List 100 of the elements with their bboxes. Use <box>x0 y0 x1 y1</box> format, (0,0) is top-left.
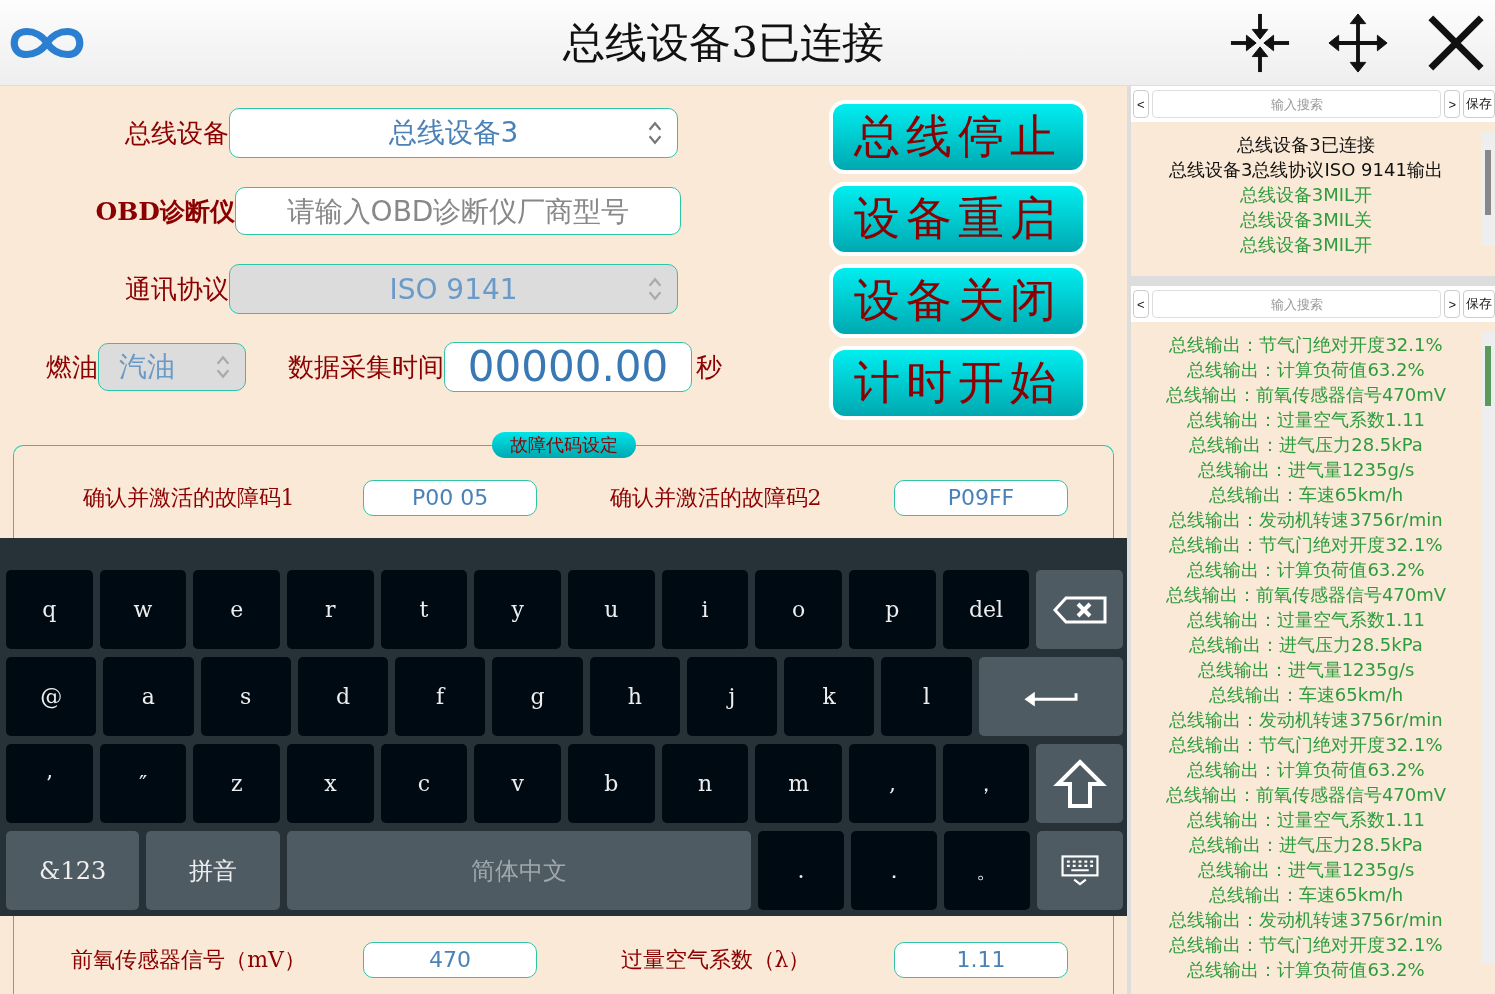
keyboard-key[interactable]: a <box>103 657 194 736</box>
action-button[interactable]: 设备关闭 <box>829 264 1087 338</box>
keyboard-key[interactable]: s <box>200 657 291 736</box>
log-line: 总线输出：进气压力28.5kPa <box>1188 833 1424 857</box>
keyboard-key[interactable]: l <box>881 657 972 736</box>
log-line: 总线输出：过量空气系数1.11 <box>1185 808 1427 832</box>
keyboard-key[interactable]: 。 <box>944 831 1030 910</box>
log-line: 总线输出：车速65km/h <box>1207 683 1405 707</box>
keyboard-key[interactable]: u <box>568 570 655 649</box>
keyboard-key[interactable]: k <box>784 657 875 736</box>
spinner-arrows-icon <box>647 276 663 302</box>
keyboard-key[interactable]: v <box>474 744 562 823</box>
log-line: 总线输出：计算负荷值63.2% <box>1186 358 1426 382</box>
log-line: 总线设备3总线协议ISO 9141输出 <box>1168 158 1444 182</box>
keyboard-key[interactable]: h <box>589 657 680 736</box>
log-line: 总线输出：计算负荷值63.2% <box>1186 758 1426 782</box>
log-line: 总线输出：节气门绝对开度32.1% <box>1168 933 1444 957</box>
keyboard-key[interactable]: g <box>492 657 583 736</box>
log-line: 总线输出：节气门绝对开度32.1% <box>1168 733 1444 757</box>
keyboard-key[interactable]: ， <box>942 744 1030 823</box>
field-label: 通讯协议 <box>124 272 229 306</box>
section-title: 故障代码设定 <box>491 432 636 458</box>
action-button[interactable]: 总线停止 <box>829 100 1087 174</box>
log-line: 总线输出：进气量1235g/s <box>1196 658 1416 682</box>
keyboard-key[interactable]: ″ <box>99 744 187 823</box>
log-line: 总线输出：过量空气系数1.11 <box>1185 608 1427 632</box>
log-line: 总线输出：发动机转速3756r/min <box>1168 508 1444 532</box>
keyboard-key[interactable]: q <box>6 570 93 649</box>
value-field[interactable]: 1.11 <box>894 942 1068 978</box>
next-button[interactable]: > <box>1444 90 1460 118</box>
keyboard-key[interactable]: f <box>395 657 486 736</box>
keyboard-key[interactable]: r <box>287 570 374 649</box>
log-line: 总线设备3MIL开 <box>1238 183 1374 207</box>
scrollbar[interactable] <box>1481 132 1495 246</box>
shift-arrow-icon <box>1051 758 1108 809</box>
keyboard-key[interactable]: . <box>758 831 844 910</box>
keyboard-key[interactable]: o <box>755 570 843 649</box>
input-field[interactable]: 请输入OBD诊断仪厂商型号 <box>235 187 681 235</box>
keyboard-key[interactable]: c <box>380 744 468 823</box>
log-line: 总线输出：进气量1235g/s <box>1196 458 1416 482</box>
log-line: 总线输出：计算负荷值63.2% <box>1186 558 1426 582</box>
unit-label: 秒 <box>696 350 722 384</box>
field-label: 过量空气系数（λ） <box>619 946 812 974</box>
keyboard-key[interactable]: e <box>193 570 280 649</box>
keyboard-key[interactable]: ’ <box>6 744 93 823</box>
log-line: 总线输出：前氧传感器信号470mV <box>1164 583 1448 607</box>
log-line: 总线输出：过量空气系数1.11 <box>1185 408 1427 432</box>
field-label: 确认并激活的故障码1 <box>81 484 296 512</box>
keyboard-key[interactable]: ． <box>851 831 937 910</box>
log-line: 总线设备3MIL关 <box>1238 208 1374 232</box>
keyboard-key[interactable]: n <box>661 744 749 823</box>
code-field[interactable]: P00 05 <box>363 480 537 516</box>
scrollbar[interactable] <box>1481 332 1495 964</box>
action-button[interactable]: 设备重启 <box>829 182 1087 256</box>
keyboard-key[interactable]: j <box>686 657 778 736</box>
keyboard-key[interactable]: d <box>297 657 389 736</box>
log-line: 总线输出：前氧传感器信号470mV <box>1164 383 1448 407</box>
save-button[interactable]: 保存 <box>1463 290 1495 318</box>
field-label: OBD诊断仪 <box>94 195 235 228</box>
search-field[interactable]: 输入搜索 <box>1151 290 1442 318</box>
time-field[interactable]: 00000.00 <box>444 342 692 392</box>
previous-button[interactable]: < <box>1133 90 1149 118</box>
log-line: 总线输出：车速65km/h <box>1207 483 1405 507</box>
device-select[interactable]: 总线设备3 <box>229 108 678 158</box>
value-field[interactable]: 470 <box>363 942 537 978</box>
next-button[interactable]: > <box>1444 290 1460 318</box>
keyboard-key[interactable] <box>1036 570 1124 649</box>
save-button[interactable]: 保存 <box>1463 90 1495 118</box>
field-label: 前氧传感器信号（mV） <box>70 946 307 974</box>
keyboard-key[interactable]: w <box>99 570 187 649</box>
collapse-arrows-icon[interactable] <box>1229 11 1291 74</box>
spinner-arrows-icon <box>647 120 663 146</box>
keyboard-key[interactable]: b <box>568 744 655 823</box>
keyboard-key[interactable]: 拼音 <box>146 831 280 910</box>
keyboard-key[interactable]: , <box>849 744 936 823</box>
code-field[interactable]: P09FF <box>894 480 1068 516</box>
previous-button[interactable]: < <box>1133 290 1149 318</box>
keyboard-key[interactable]: del <box>942 570 1030 649</box>
log-line: 总线输出：进气压力28.5kPa <box>1188 633 1424 657</box>
keyboard-key[interactable]: p <box>849 570 936 649</box>
keyboard-key[interactable]: i <box>661 570 749 649</box>
keyboard-key[interactable]: &123 <box>6 831 140 910</box>
log-line: 总线输出：前氧传感器信号470mV <box>1164 783 1448 807</box>
keyboard-key[interactable] <box>1036 744 1124 823</box>
keyboard-key[interactable] <box>1037 831 1123 910</box>
action-button[interactable]: 计时开始 <box>829 346 1087 420</box>
keyboard-key[interactable]: m <box>755 744 843 823</box>
keyboard-key[interactable]: t <box>380 570 468 649</box>
log-line: 总线输出：计算负荷值63.2% <box>1186 958 1426 982</box>
field-label: 数据采集时间 <box>288 350 444 384</box>
keyboard-key[interactable]: y <box>474 570 562 649</box>
log-line: 总线输出：节气门绝对开度32.1% <box>1168 533 1444 557</box>
log-line: 总线输出：进气量1235g/s <box>1196 858 1416 882</box>
move-arrows-icon[interactable] <box>1327 11 1389 74</box>
keyboard-key[interactable]: z <box>193 744 280 823</box>
field-label: 燃油 <box>45 350 98 384</box>
keyboard-key[interactable]: @ <box>6 657 97 736</box>
search-field[interactable]: 输入搜索 <box>1151 90 1442 118</box>
log-line: 总线输出：进气压力28.5kPa <box>1188 433 1424 457</box>
keyboard-key[interactable]: x <box>287 744 374 823</box>
